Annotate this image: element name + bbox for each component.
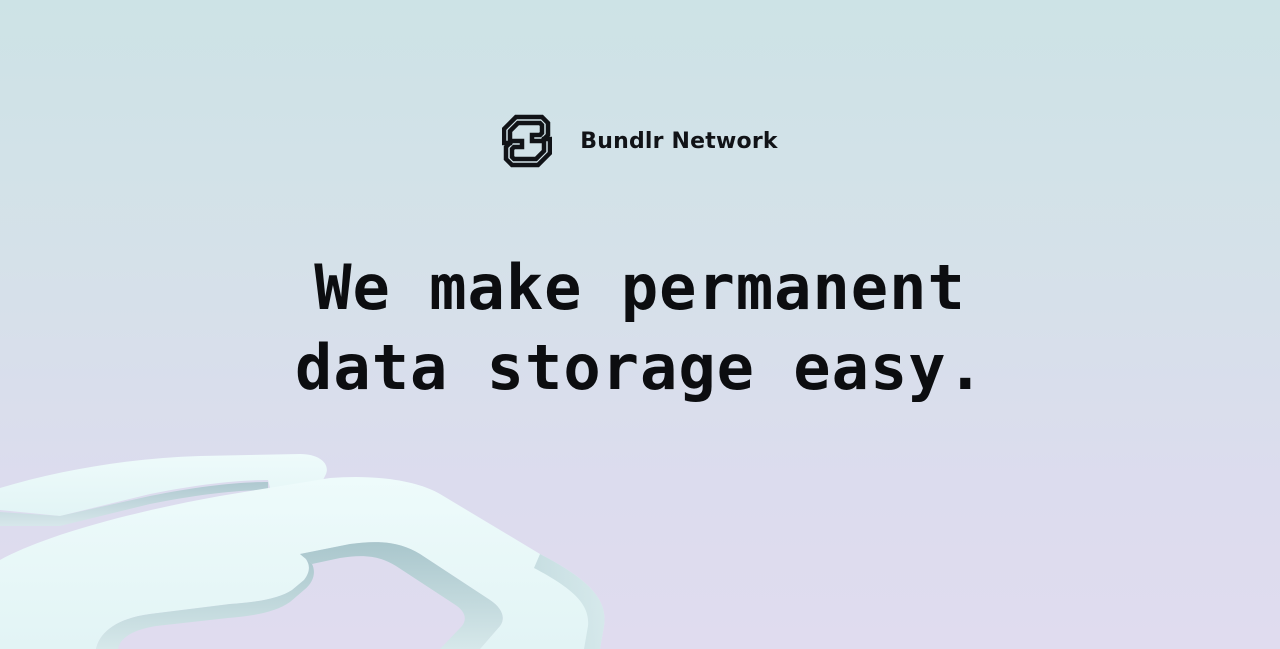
- headline-line-1: We make permanent: [314, 251, 966, 324]
- brand-name: Bundlr Network: [580, 128, 778, 154]
- headline-line-2: data storage easy.: [295, 331, 985, 404]
- brand-header[interactable]: Bundlr Network: [0, 113, 1280, 169]
- bundlr-logo-icon: [502, 114, 553, 168]
- hero-section: Bundlr Network We make permanent data st…: [0, 0, 1280, 649]
- decorative-3d-logo: [0, 454, 605, 649]
- hero-headline: We make permanent data storage easy.: [0, 248, 1280, 408]
